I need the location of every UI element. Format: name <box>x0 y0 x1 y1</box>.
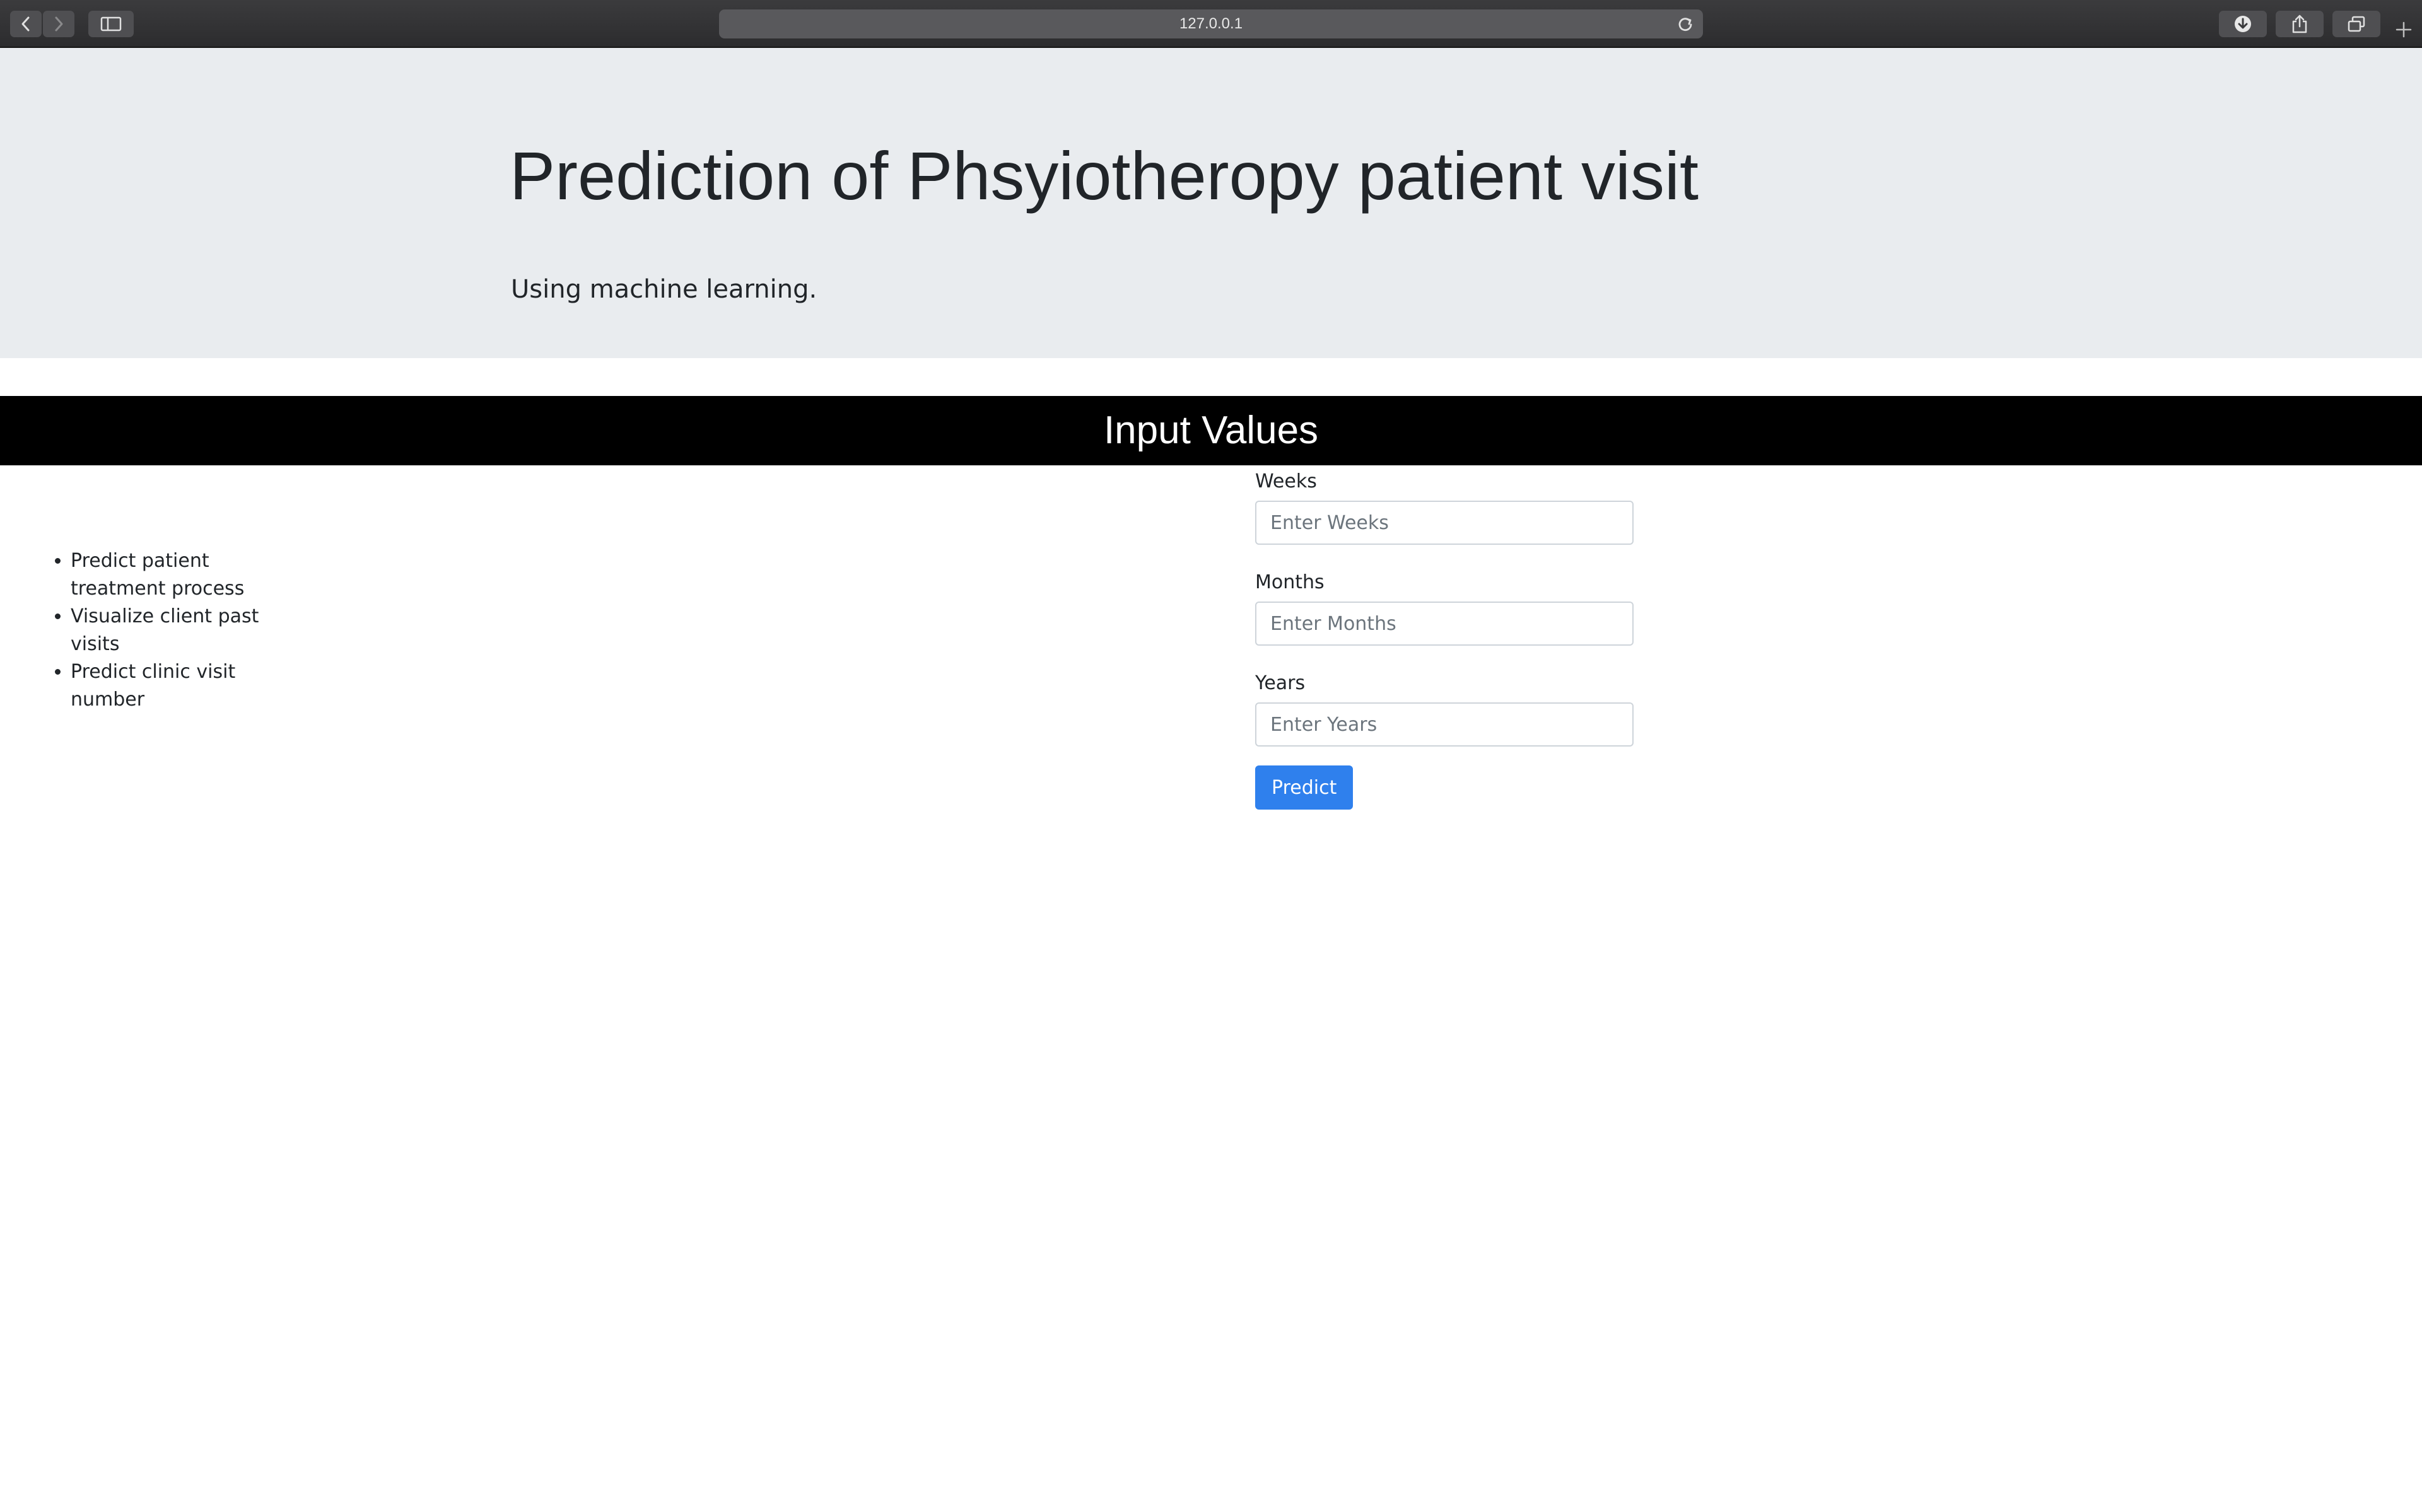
address-url: 127.0.0.1 <box>1179 15 1243 32</box>
share-button[interactable] <box>2276 11 2324 37</box>
browser-toolbar: 127.0.0.1 <box>0 0 2422 48</box>
years-input[interactable] <box>1255 702 1634 747</box>
tabs-overview-icon <box>2348 16 2365 32</box>
page-title: Prediction of Phsyiotheropy patient visi… <box>510 137 1699 214</box>
section-header-bar: Input Values <box>0 396 2422 465</box>
downloads-button[interactable] <box>2219 11 2267 37</box>
forward-button[interactable] <box>43 11 74 37</box>
sidebar-toggle-button[interactable] <box>88 11 134 37</box>
page-subtitle: Using machine learning. <box>511 275 817 304</box>
list-item: Predict patient treatment process <box>71 547 298 603</box>
months-group: Months <box>1255 567 1634 646</box>
prediction-form: Weeks Months Years Predict <box>1255 467 1634 810</box>
list-item: Visualize client past visits <box>71 603 298 658</box>
weeks-label: Weeks <box>1255 470 1317 492</box>
tabs-overview-button[interactable] <box>2332 11 2380 37</box>
weeks-group: Weeks <box>1255 467 1634 545</box>
address-bar[interactable]: 127.0.0.1 <box>719 9 1703 38</box>
back-button[interactable] <box>10 11 42 37</box>
sidebar-icon <box>100 16 122 32</box>
reload-icon[interactable] <box>1676 15 1694 33</box>
years-label: Years <box>1255 672 1306 694</box>
list-item: Predict clinic visit number <box>71 658 298 714</box>
chevron-right-icon <box>55 16 63 32</box>
download-icon <box>2235 16 2251 32</box>
section-title: Input Values <box>1103 409 1319 452</box>
chevron-left-icon <box>21 16 30 32</box>
feature-list: Predict patient treatment process Visual… <box>39 547 298 714</box>
jumbotron: Prediction of Phsyiotheropy patient visi… <box>0 48 2422 358</box>
plus-icon[interactable] <box>2394 20 2413 39</box>
months-input[interactable] <box>1255 602 1634 646</box>
share-icon <box>2292 15 2307 33</box>
predict-button[interactable]: Predict <box>1255 765 1354 810</box>
years-group: Years <box>1255 668 1634 747</box>
months-label: Months <box>1255 571 1325 593</box>
weeks-input[interactable] <box>1255 501 1634 545</box>
